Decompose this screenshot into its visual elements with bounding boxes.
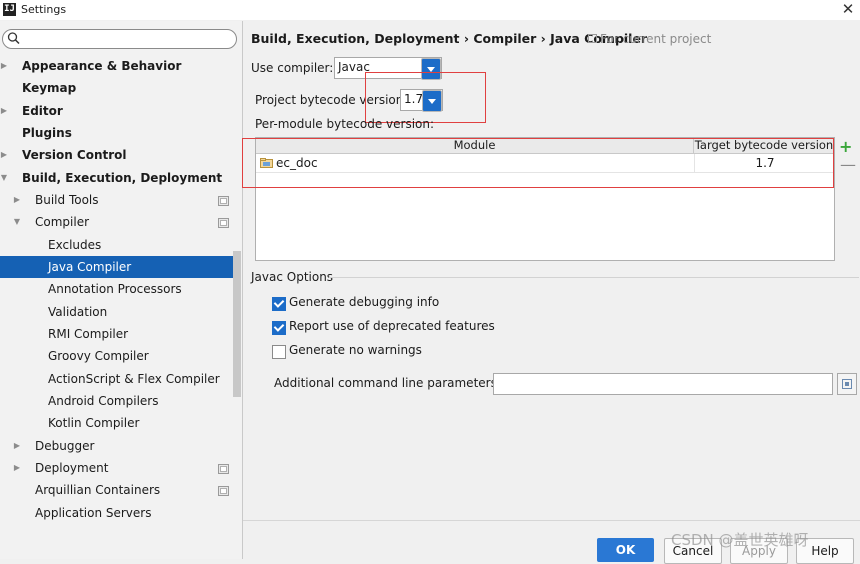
sidebar-item[interactable]: ▶ Debugger <box>0 435 233 457</box>
sidebar-item-label: RMI Compiler <box>48 326 129 341</box>
sidebar-item[interactable]: Annotation Processors <box>0 278 233 300</box>
title-bar: IJ Settings ✕ <box>0 0 860 20</box>
sidebar-item[interactable]: ▶ Appearance & Behavior <box>0 55 233 77</box>
sidebar-scrollbar[interactable] <box>233 251 241 397</box>
sidebar-item[interactable]: Groovy Compiler <box>0 345 233 367</box>
expand-editor-icon[interactable] <box>837 373 857 395</box>
sidebar-item-label: Validation <box>48 304 108 319</box>
search-icon <box>7 32 20 45</box>
collapsed-arrow-icon[interactable]: ▶ <box>0 144 9 166</box>
sidebar-item[interactable]: Keymap <box>0 77 233 99</box>
cmd-params-label: Additional command line parameters: <box>274 376 501 390</box>
expanded-arrow-icon[interactable]: ▼ <box>0 167 9 189</box>
sidebar-item-label: Debugger <box>35 438 95 453</box>
javac-options-label: Javac Options <box>251 270 334 284</box>
close-icon[interactable]: ✕ <box>840 0 856 18</box>
sidebar-item-label: Editor <box>22 103 63 118</box>
highlight-box-table <box>242 138 834 188</box>
window-title: Settings <box>21 3 67 16</box>
bottom-divider <box>243 520 860 521</box>
remove-icon[interactable]: — <box>840 155 856 174</box>
sidebar-item-label: Keymap <box>22 81 77 96</box>
for-current-project-note: For current project <box>588 32 711 46</box>
option-checkbox[interactable] <box>272 345 286 359</box>
sidebar-item[interactable]: Excludes <box>0 234 233 256</box>
sidebar-item-label: Arquillian Containers <box>35 483 161 498</box>
add-icon[interactable]: + <box>839 137 852 156</box>
group-divider <box>329 277 859 278</box>
collapsed-arrow-icon[interactable]: ▶ <box>0 100 9 122</box>
sidebar-item-label: Excludes <box>48 237 102 252</box>
option-label[interactable]: Generate no warnings <box>289 343 422 357</box>
project-scope-icon <box>588 34 597 43</box>
sidebar-item-label: Application Servers <box>35 505 152 520</box>
sidebar-item[interactable]: ▶ Deployment <box>0 457 233 479</box>
sidebar-item-label: Annotation Processors <box>48 282 182 297</box>
java-compiler-panel: Build, Execution, Deployment › Compiler … <box>242 21 860 559</box>
project-scope-icon <box>218 486 229 497</box>
sidebar-item[interactable]: Validation <box>0 301 233 323</box>
per-module-label: Per-module bytecode version: <box>255 117 435 131</box>
sidebar-item[interactable]: Plugins <box>0 122 233 144</box>
project-scope-icon <box>218 195 229 206</box>
sidebar-item-label: Deployment <box>35 460 109 475</box>
sidebar-item[interactable]: ActionScript & Flex Compiler <box>0 368 233 390</box>
sidebar-item-label: Build Tools <box>35 192 99 207</box>
sidebar-item-label: Compiler <box>35 215 90 230</box>
ok-button[interactable]: OK <box>597 538 654 562</box>
sidebar-item[interactable]: ▶ Editor <box>0 100 233 122</box>
collapsed-arrow-icon[interactable]: ▶ <box>12 435 22 457</box>
collapsed-arrow-icon[interactable]: ▶ <box>12 457 22 479</box>
sidebar-item[interactable]: Android Compilers <box>0 390 233 412</box>
sidebar-item[interactable]: Java Compiler <box>0 255 233 278</box>
project-scope-icon <box>218 218 229 229</box>
highlight-box-version <box>365 72 486 123</box>
intellij-logo-icon: IJ <box>3 3 16 16</box>
sidebar-item-label: Java Compiler <box>48 259 132 274</box>
sidebar-item-label: Build, Execution, Deployment <box>22 170 223 185</box>
sidebar-item-label: ActionScript & Flex Compiler <box>48 371 220 386</box>
sidebar-item[interactable]: Arquillian Containers <box>0 479 233 501</box>
sidebar-item-label: Appearance & Behavior <box>22 59 182 73</box>
option-label[interactable]: Report use of deprecated features <box>289 319 495 333</box>
collapsed-arrow-icon[interactable]: ▶ <box>12 189 22 211</box>
sidebar-item[interactable]: Kotlin Compiler <box>0 412 233 434</box>
sidebar-item-label: Android Compilers <box>48 393 159 408</box>
option-checkbox[interactable] <box>272 321 286 335</box>
sidebar-item-label: Kotlin Compiler <box>48 416 140 431</box>
sidebar-item-label: Version Control <box>22 148 127 163</box>
for-project-text: For current project <box>600 32 712 46</box>
watermark: CSDN @盖世英雄呀 <box>671 531 809 549</box>
option-checkbox[interactable] <box>272 297 286 311</box>
option-label[interactable]: Generate debugging info <box>289 295 439 309</box>
sidebar-item[interactable]: ▼ Build, Execution, Deployment <box>0 167 233 189</box>
search-input[interactable] <box>2 29 237 49</box>
expanded-arrow-icon[interactable]: ▼ <box>12 211 22 233</box>
sidebar-item[interactable]: ▼ Compiler <box>0 211 233 233</box>
collapsed-arrow-icon[interactable]: ▶ <box>0 55 9 77</box>
settings-sidebar: ▶ Appearance & Behavior Keymap ▶ Editor Plugi… <box>0 21 243 559</box>
sidebar-item-label: Groovy Compiler <box>48 349 149 364</box>
sidebar-item[interactable]: RMI Compiler <box>0 323 233 345</box>
cmd-params-input[interactable] <box>493 373 833 395</box>
sidebar-item[interactable]: ▶ Build Tools <box>0 189 233 211</box>
project-scope-icon <box>218 463 229 474</box>
use-compiler-label: Use compiler: <box>251 61 334 75</box>
sidebar-item-label: Plugins <box>22 125 72 140</box>
sidebar-item[interactable]: ▶ Version Control <box>0 144 233 166</box>
sidebar-item[interactable]: Application Servers <box>0 502 233 524</box>
